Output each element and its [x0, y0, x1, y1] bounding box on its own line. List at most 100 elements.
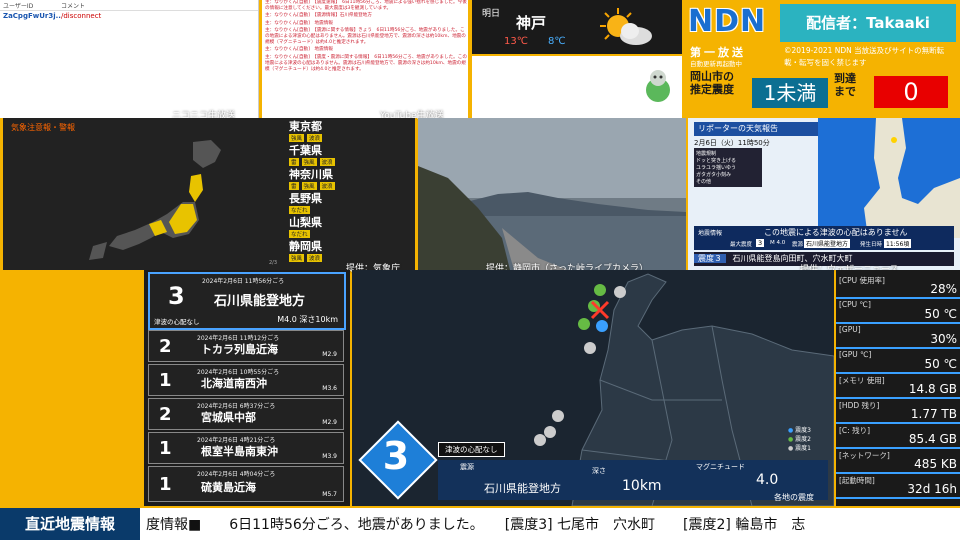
pref-tag: なだれ [289, 206, 310, 214]
ndn-panel: NDN 配信者：Takaaki 第一放送 自動更新再起動中 ©2019-2021… [684, 0, 960, 118]
quake-place: 北海道南西沖 [201, 377, 267, 390]
stat-c-drive: [C: 残り] 85.4 GB [836, 424, 960, 449]
map-big-intensity-value: 3 [382, 434, 410, 478]
quake-item-latest[interactable]: 2024年2月6日 11時56分ごろ 3 石川県能登地方 津波の心配なし M4.… [148, 272, 346, 330]
stat-value: 14.8 GB [908, 382, 957, 396]
broadcast-sub: 自動更新再起動中 [690, 60, 742, 68]
stat-label: [GPU ℃] [839, 350, 872, 359]
map-epi-value: 石川県能登地方 [484, 482, 561, 495]
log-line: 主：なりかくん[自動] 【震度・震源に関する情報】 6日11時56分ごろ、地震が… [265, 54, 467, 73]
quake-place: 宮城県中部 [201, 411, 256, 424]
stat-value: 50 ℃ [924, 357, 957, 371]
stat-label: [メモリ 使用] [839, 376, 885, 385]
quake-intensity: 1 [159, 370, 172, 391]
streamer-label: 配信者：Takaaki [780, 4, 956, 42]
stat-value: 32d 16h [907, 482, 957, 496]
intensity-marker-1 [544, 426, 556, 438]
stat-value: 85.4 GB [908, 432, 957, 446]
warning-pref: 神奈川県 雷 強風 波浪 [289, 166, 409, 190]
pref-tag: 強風 [289, 134, 305, 142]
pref-name: 山梨県 [289, 216, 322, 229]
quake-place: 根室半島南東沖 [201, 445, 278, 458]
weather-panel: 明日 神戸 13℃ 8℃ [472, 0, 682, 54]
stat-cpu-usage: [CPU 使用率] 28% [836, 274, 960, 299]
quake-item[interactable]: 2024年2月6日 4時21分ごろ 1 根室半島南東沖 M3.9 [148, 432, 344, 464]
legend-item: 震度3 [795, 427, 811, 434]
quake-item[interactable]: 2024年2月6日 4時04分ごろ 1 硫黄島近海 M5.7 [148, 466, 344, 502]
log-line: 主：なりかくん[自動] 【震源情報】石川県能登地方 [265, 13, 372, 19]
map-info-bar: 震源 石川県能登地方 深さ 10km マグニチュード 4.0 [438, 460, 828, 500]
quake-mag: M3.9 [322, 453, 337, 460]
quake-mag: M4.0 深さ10km [277, 315, 338, 324]
weather-warning-panel: 気象注意報・警報 東京都 強風 波浪 千葉県 雷 強風 波浪 神奈川県 雷 強風… [3, 118, 415, 270]
weather-high: 13℃ [504, 36, 528, 47]
pref-name: 千葉県 [289, 144, 322, 157]
stat-label: [C: 残り] [839, 426, 870, 435]
chat-user[interactable]: ZaCpgFwUr3j... [0, 11, 61, 21]
legend-item: 震度1 [795, 445, 811, 452]
quake-mag: M5.7 [322, 491, 337, 498]
stat-value: 30% [930, 332, 957, 346]
nhk-epi-value: 石川県能登地方 [804, 239, 851, 248]
intensity-marker-3 [596, 320, 608, 332]
quake-date: 2024年2月6日 4時04分ごろ [197, 471, 276, 478]
stat-gpu-temp: [GPU ℃] 50 ℃ [836, 349, 960, 374]
quake-date: 2024年2月6日 11時56分ごろ [202, 278, 285, 285]
stat-label: [HDD 残り] [839, 401, 880, 410]
chat-col-user: ユーザーID [3, 3, 34, 10]
quake-item[interactable]: 2024年2月6日 6時37分ごろ 2 宮城県中部 M2.9 [148, 398, 344, 430]
intensity-marker-1 [552, 410, 564, 422]
nhk-legend-item: ガタガタ小刻み [696, 172, 732, 178]
pref-tag: 波浪 [319, 182, 335, 190]
live-camera-panel [418, 118, 686, 270]
quake-item[interactable]: 2024年2月6日 10時55分ごろ 1 北海道南西沖 M3.6 [148, 364, 344, 396]
map-caption: 各地の震度 [774, 493, 814, 502]
nhk-legend-title: 地震規制 [696, 151, 717, 157]
nhk-time-label: 発生日時 [860, 242, 883, 248]
arrival-label-line1: 到達 [834, 72, 856, 85]
quake-item[interactable]: 2024年2月6日 11時12分ごろ 2 トカラ列島近海 M2.9 [148, 330, 344, 362]
weather-day: 明日 [482, 9, 501, 19]
quake-mag: M2.9 [322, 419, 337, 426]
quake-mag: M2.9 [322, 351, 337, 358]
sun-cloud-icon [600, 8, 652, 45]
quake-place: トカラ列島近海 [201, 343, 278, 356]
pref-name: 静岡県 [289, 240, 322, 253]
nhk-legend-item: その他 [696, 179, 712, 185]
weather-city: 神戸 [516, 14, 547, 32]
nhk-legend: 地震規制 ドッと突き上げる ユラユラ揺いゆう ガタガタ小刻み その他 [694, 148, 762, 187]
pref-tag: 強風 [289, 254, 305, 262]
system-stats-panel: [CPU 使用率] 28% [CPU ℃] 50 ℃ [GPU] 30% [GPU ℃… [836, 270, 960, 506]
stat-label: [起動時間] [839, 476, 875, 485]
map-mag-label: マグニチュード [696, 463, 745, 471]
ndn-logo: NDN [688, 4, 767, 39]
stat-value: 50 ℃ [924, 307, 957, 321]
legend-item: 震度2 [795, 436, 811, 443]
nhk-max-label: 最大震度 [730, 242, 753, 248]
log-line: 主：なりかくん[自動] 地震情報 [265, 47, 333, 53]
log-line: 主：なりかくん[自動] 地震情報 [265, 20, 333, 26]
estimate-label-line1: 岡山市の [690, 70, 734, 83]
map-tsunami-note: 津波の心配なし [438, 442, 505, 457]
warning-pref: 静岡県 強風 波浪 [289, 238, 409, 262]
pref-name: 神奈川県 [289, 168, 333, 181]
intensity-marker-1 [534, 434, 546, 446]
quake-ticker: 度情報■ 6日11時56分ごろ、地震がありました。 [震度3] 七尾市 穴水町 … [0, 508, 960, 540]
nhk-mag: M 4.0 [770, 240, 786, 246]
warning-pref: 東京都 強風 波浪 [289, 118, 409, 142]
stat-network: [ネットワーク] 485 KB [836, 449, 960, 474]
stat-memory: [メモリ 使用] 14.8 GB [836, 374, 960, 399]
warning-pref: 千葉県 雷 強風 波浪 [289, 142, 409, 166]
map-legend: ● 震度3 ● 震度2 ● 震度1 [788, 427, 811, 452]
chat-row[interactable]: ZaCpgFwUr3j... /disconnect [0, 11, 258, 21]
weather-low: 8℃ [548, 36, 566, 47]
pref-tag: 波浪 [307, 254, 323, 262]
stat-cpu-temp: [CPU ℃] 50 ℃ [836, 299, 960, 324]
map-big-intensity: 3 [358, 420, 438, 500]
pref-tag: 波浪 [307, 134, 323, 142]
quake-list: 2024年2月6日 11時56分ごろ 3 石川県能登地方 津波の心配なし M4.… [144, 270, 350, 506]
arrival-value: 0 [874, 76, 948, 108]
camera-view-image [418, 118, 686, 270]
log-line: 主：なりかくん[自動] 【震度速報】 6日11時56分ごろ、地震による強い揺れを… [265, 0, 467, 12]
intensity-marker-1 [584, 342, 596, 354]
